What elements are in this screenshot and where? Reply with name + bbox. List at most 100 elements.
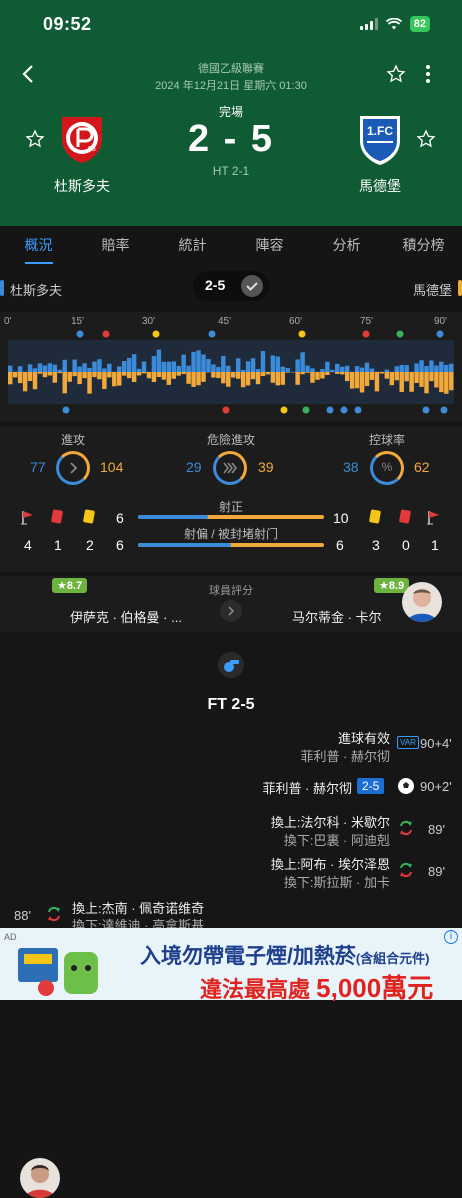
momentum-bar xyxy=(439,362,443,372)
away-team-logo[interactable]: 1.FC xyxy=(357,113,403,167)
away-yellow-cards: 3 xyxy=(372,537,380,553)
momentum-bar xyxy=(404,372,408,381)
momentum-bar xyxy=(305,372,309,373)
momentum-bar xyxy=(251,372,255,379)
tab-odds[interactable]: 賠率 xyxy=(77,226,154,266)
momentum-bar xyxy=(28,364,32,372)
momentum-bar xyxy=(216,372,220,378)
ad-banner[interactable]: AD i 入境勿帶電子煙/加熱菸(含組合元件) 違法最高處 5,000萬元 xyxy=(0,928,462,1000)
momentum-bar xyxy=(340,367,344,372)
momentum-bar xyxy=(43,372,47,377)
red-card-icon xyxy=(399,509,411,524)
event-marker xyxy=(153,331,160,338)
away-team-name[interactable]: 馬德堡 xyxy=(320,176,440,196)
event-marker xyxy=(327,407,334,414)
momentum-bar xyxy=(72,372,76,376)
momentum-bar xyxy=(28,372,32,381)
tab-stats[interactable]: 統計 xyxy=(154,226,231,266)
momentum-bar xyxy=(246,361,250,372)
tab-analysis[interactable]: 分析 xyxy=(308,226,385,266)
momentum-bar xyxy=(439,372,443,392)
tab-standings[interactable]: 積分榜 xyxy=(385,226,462,266)
momentum-bar xyxy=(122,372,126,376)
player-ratings[interactable]: ★8.7 伊萨克 · 伯格曼 · ... 球員評分 马尔蒂金 · 卡尔 ★8.9 xyxy=(0,576,462,632)
momentum-bar xyxy=(33,368,37,372)
momentum-bar xyxy=(157,350,161,372)
momentum-bar xyxy=(33,372,37,389)
away-shots-off: 6 xyxy=(336,537,344,553)
dangerous-attack-ring xyxy=(213,451,247,485)
momentum-bar xyxy=(132,354,136,372)
momentum-bar xyxy=(335,364,339,372)
ad-headline: 入境勿帶電子煙/加熱菸(含組合元件) xyxy=(140,940,430,970)
away-red-cards: 0 xyxy=(402,537,410,553)
momentum-bar xyxy=(176,366,180,372)
battery-icon: 82 xyxy=(410,16,430,32)
momentum-bar xyxy=(399,372,403,392)
momentum-bar xyxy=(216,367,220,372)
momentum-bar xyxy=(201,372,205,382)
momentum-bar xyxy=(23,372,27,391)
ad-subline: 違法最高處 5,000萬元 xyxy=(200,968,433,1005)
event-marker xyxy=(103,331,110,338)
momentum-bar xyxy=(355,366,359,372)
home-corners: 4 xyxy=(24,537,32,553)
event-marker xyxy=(363,331,370,338)
momentum-bar xyxy=(38,372,42,374)
substitution-icon xyxy=(46,906,62,922)
tab-overview[interactable]: 概況 xyxy=(0,226,77,266)
score-pill[interactable]: 2-5 xyxy=(193,271,269,301)
momentum-bar xyxy=(320,372,324,379)
momentum-bar xyxy=(82,372,86,378)
momentum-bar xyxy=(300,372,304,374)
status-bar: 09:52 82 xyxy=(0,0,462,48)
momentum-bar xyxy=(132,372,136,382)
star-icon[interactable] xyxy=(386,64,406,84)
momentum-bar xyxy=(340,372,344,374)
momentum-bar xyxy=(176,372,180,376)
momentum-bar xyxy=(167,372,171,385)
away-follow-star-icon[interactable] xyxy=(416,129,436,149)
momentum-bar xyxy=(399,365,403,372)
momentum-bar xyxy=(53,365,57,372)
chevron-right-icon[interactable] xyxy=(220,600,242,622)
momentum-bar xyxy=(385,372,389,379)
momentum-bar xyxy=(409,372,413,392)
tab-lineup[interactable]: 陣容 xyxy=(231,226,308,266)
momentum-bar xyxy=(67,372,71,382)
momentum-bar xyxy=(102,372,106,389)
match-header: 09:52 82 德國乙級聯賽 2024 年12月21日 星期六 01:30 9… xyxy=(0,0,462,226)
momentum-bar xyxy=(43,366,47,372)
event-minute: 90+4' xyxy=(420,736,452,751)
momentum-timeline[interactable]: 0' 15' 30' 45' 60' 75' 90' xyxy=(0,312,462,422)
event-marker xyxy=(423,407,430,414)
momentum-bar xyxy=(72,360,76,372)
momentum-bar xyxy=(162,372,166,380)
momentum-bar xyxy=(305,366,309,372)
momentum-bar xyxy=(449,364,453,372)
momentum-bar xyxy=(261,351,265,372)
momentum-bar xyxy=(315,372,319,380)
tab-bar: 概況 賠率 統計 陣容 分析 積分榜 xyxy=(0,226,462,266)
momentum-bar xyxy=(63,360,67,372)
momentum-bar xyxy=(112,372,116,386)
momentum-bar xyxy=(276,372,280,385)
info-icon[interactable]: i xyxy=(444,930,458,944)
momentum-bar xyxy=(201,355,205,372)
momentum-bar xyxy=(87,368,91,372)
momentum-bar xyxy=(370,369,374,372)
event-main: 進球有效 xyxy=(338,728,390,747)
momentum-bar xyxy=(58,372,62,373)
momentum-bar xyxy=(266,372,270,374)
more-icon[interactable] xyxy=(424,64,432,84)
momentum-bar xyxy=(147,372,151,378)
momentum-bar xyxy=(206,359,210,372)
substitution-icon xyxy=(398,820,414,836)
momentum-bar xyxy=(107,372,111,377)
momentum-bar xyxy=(444,365,448,372)
momentum-bar xyxy=(186,372,190,384)
home-team-name[interactable]: 杜斯多夫 xyxy=(22,176,142,196)
momentum-bar xyxy=(241,372,245,387)
corner-flag-icon xyxy=(20,509,36,525)
momentum-bar xyxy=(370,372,374,380)
